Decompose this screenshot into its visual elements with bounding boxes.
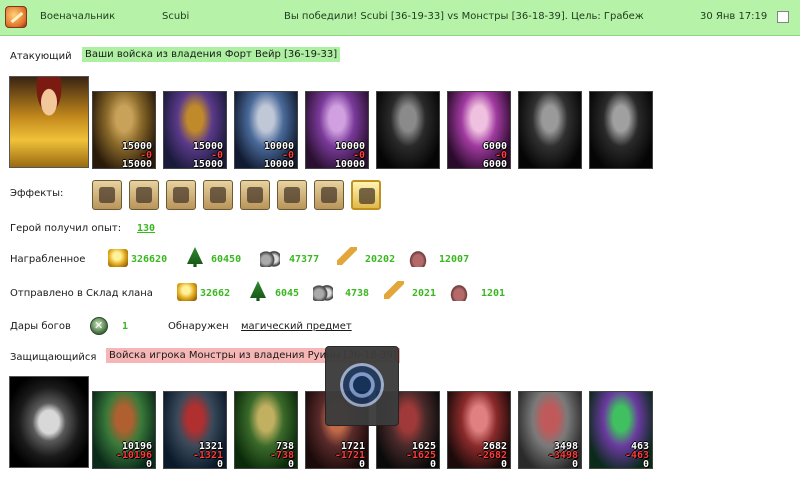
loot-wood: 60450	[211, 254, 242, 265]
defender-unit-1-end: 0	[145, 459, 152, 469]
defender-unit-6[interactable]: 2682 -2682 0	[447, 391, 511, 469]
stone-icon	[449, 283, 469, 301]
select-checkbox[interactable]	[777, 11, 789, 23]
attacker-unit-1[interactable]: 15000 -0 15000	[92, 91, 156, 169]
attacker-unit-4[interactable]: 10000 -0 10000	[305, 91, 369, 169]
ore-icon	[260, 249, 280, 267]
defender-unit-8[interactable]: 463 -463 0	[589, 391, 653, 469]
helmet-icon[interactable]	[92, 180, 122, 210]
gifts-label: Дары богов	[10, 321, 71, 332]
header-role: Военачальник	[40, 11, 116, 22]
defender-hero-portrait[interactable]	[9, 376, 89, 468]
gold-icon	[177, 283, 197, 301]
sword-icon[interactable]	[277, 180, 307, 210]
defender-unit-7[interactable]: 3498 -3498 0	[518, 391, 582, 469]
defender-unit-7-end: 0	[571, 459, 578, 469]
defender-unit-8-end: 0	[642, 459, 649, 469]
header-result: Вы победили! Scubi [36-19-33] vs Монстры…	[284, 11, 644, 22]
attacker-hero-portrait[interactable]	[9, 76, 89, 168]
gold-icon	[108, 249, 128, 267]
attacker-unit-6[interactable]: 6000 -0 6000	[447, 91, 511, 169]
grain-icon	[384, 281, 404, 299]
attacker-tag: Ваши войска из владения Форт Вейр [36-19…	[82, 47, 341, 62]
loot-gold: 326620	[131, 254, 168, 265]
attacker-unit-4-end: 10000	[334, 159, 365, 169]
clan-grain: 2021	[412, 288, 437, 299]
boots-icon[interactable]	[203, 180, 233, 210]
wood-icon	[187, 247, 203, 267]
report-header: Военачальник Scubi Вы победили! Scubi [3…	[0, 0, 800, 36]
clan-stone: 1201	[481, 288, 506, 299]
defender-unit-5-end: 0	[429, 459, 436, 469]
attacker-unit-2[interactable]: 15000 -0 15000	[163, 91, 227, 169]
wood-icon	[250, 281, 266, 301]
loot-label: Награбленное	[10, 254, 86, 265]
defender-unit-4-end: 0	[358, 459, 365, 469]
attacker-unit-2-end: 15000	[192, 159, 223, 169]
magic-item-link[interactable]: магический предмет	[241, 321, 352, 332]
defender-unit-2[interactable]: 1321 -1321 0	[163, 391, 227, 469]
defender-unit-2-end: 0	[216, 459, 223, 469]
attacker-unit-7[interactable]	[518, 91, 582, 169]
experience-label: Герой получил опыт:	[10, 223, 122, 234]
loot-ore: 47377	[289, 254, 320, 265]
gods-gift-icon	[90, 317, 108, 335]
attacker-unit-5[interactable]	[376, 91, 440, 169]
shield-icon[interactable]	[314, 180, 344, 210]
defender-unit-6-end: 0	[500, 459, 507, 469]
defender-unit-3[interactable]: 738 -738 0	[234, 391, 298, 469]
attacker-unit-3[interactable]: 10000 -0 10000	[234, 91, 298, 169]
attacker-unit-3-end: 10000	[263, 159, 294, 169]
grain-icon	[337, 247, 357, 265]
scroll-icon[interactable]	[240, 180, 270, 210]
loot-grain: 20202	[365, 254, 396, 265]
defender-unit-1[interactable]: 10196 -10196 0	[92, 391, 156, 469]
loot-stone: 12007	[439, 254, 470, 265]
gifts-value: 1	[122, 321, 129, 332]
header-date: 30 Янв 17:19	[700, 11, 768, 22]
header-player: Scubi	[162, 11, 190, 22]
clan-gold: 32662	[200, 288, 231, 299]
effects-label: Эффекты:	[10, 188, 64, 199]
defender-unit-3-end: 0	[287, 459, 294, 469]
scroll-bundle-icon[interactable]	[351, 180, 381, 210]
attacker-unit-8[interactable]	[589, 91, 653, 169]
clan-wood: 6045	[275, 288, 300, 299]
battle-icon	[5, 6, 27, 28]
attacker-label: Атакующий	[10, 51, 72, 62]
armor-icon[interactable]	[166, 180, 196, 210]
experience-value[interactable]: 130	[137, 223, 155, 234]
clan-ore: 4738	[345, 288, 370, 299]
defender-label: Защищающийся	[10, 352, 97, 363]
attacker-unit-1-end: 15000	[121, 159, 152, 169]
attacker-unit-6-end: 6000	[482, 159, 507, 169]
stone-icon	[408, 249, 428, 267]
gauntlets-icon[interactable]	[129, 180, 159, 210]
item-tooltip	[325, 346, 399, 426]
pentagon-amulet-icon	[340, 363, 384, 407]
clan-label: Отправлено в Склад клана	[10, 288, 153, 299]
found-label: Обнаружен	[168, 321, 229, 332]
ore-icon	[313, 283, 333, 301]
